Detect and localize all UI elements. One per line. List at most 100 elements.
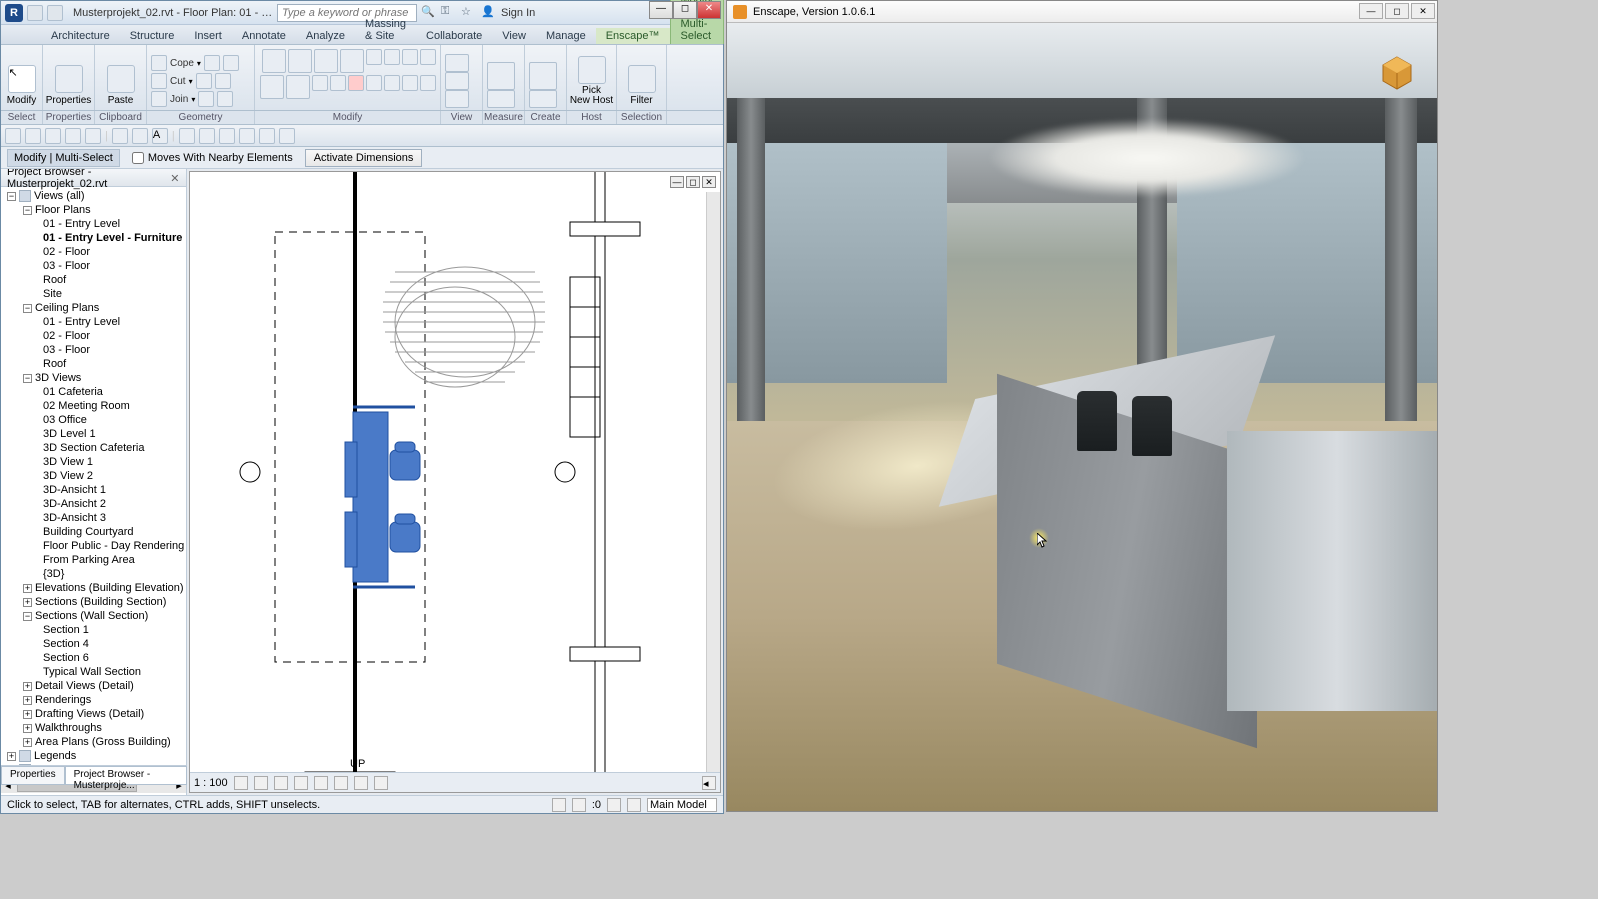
tab-annotate[interactable]: Annotate [232, 28, 296, 44]
qat-align-icon[interactable] [132, 128, 148, 144]
editable-icon[interactable] [627, 798, 641, 812]
view-icon-b[interactable] [445, 72, 469, 90]
node-ceiling-plans[interactable]: −Ceiling Plans [3, 301, 184, 315]
crop-icon[interactable] [314, 776, 328, 790]
node-3d-3[interactable]: 3D Level 1 [3, 427, 184, 441]
view-close-icon[interactable]: ✕ [702, 176, 716, 188]
close-button[interactable]: ✕ [697, 1, 721, 19]
enscape-cube-icon[interactable] [1377, 53, 1417, 93]
canvas-vscroll[interactable] [706, 192, 720, 772]
tool-d-icon[interactable] [420, 75, 436, 91]
view-icon-c[interactable] [445, 90, 469, 108]
tab-analyze[interactable]: Analyze [296, 28, 355, 44]
dimension-icon[interactable] [487, 90, 515, 108]
qat-undo-icon[interactable] [65, 128, 81, 144]
node-3d-10[interactable]: Building Courtyard [3, 525, 184, 539]
node-fp-0[interactable]: 01 - Entry Level [3, 217, 184, 231]
properties-button[interactable]: Properties [47, 63, 90, 108]
scale-label[interactable]: 1 : 100 [194, 777, 228, 789]
tab-structure[interactable]: Structure [120, 28, 185, 44]
filter-status-icon[interactable] [607, 798, 621, 812]
sun-path-icon[interactable] [274, 776, 288, 790]
geom-icon-b[interactable] [223, 55, 239, 71]
view-icon-a[interactable] [445, 54, 469, 72]
node-sections-b[interactable]: +Sections (Building Section) [3, 595, 184, 609]
qat-sync-icon[interactable] [279, 128, 295, 144]
unpin-icon[interactable] [330, 75, 346, 91]
node-legends[interactable]: +Legends [3, 749, 184, 763]
revit-logo-icon[interactable]: R [5, 4, 23, 22]
minimize-button[interactable]: — [649, 1, 673, 19]
node-fp-1[interactable]: 01 - Entry Level - Furniture [3, 231, 184, 245]
node-renderings[interactable]: +Renderings [3, 693, 184, 707]
tab-collaborate[interactable]: Collaborate [416, 28, 492, 44]
drawing-canvas[interactable]: — ◻ ✕ [189, 171, 721, 793]
node-drafting[interactable]: +Drafting Views (Detail) [3, 707, 184, 721]
node-fp-2[interactable]: 02 - Floor [3, 245, 184, 259]
qat-text-icon[interactable]: A [152, 128, 168, 144]
search-icon[interactable]: 🔍 [421, 5, 437, 21]
enscape-close-button[interactable]: ✕ [1411, 3, 1435, 19]
node-sw-2[interactable]: Section 6 [3, 651, 184, 665]
pick-new-host-button[interactable]: Pick New Host [571, 54, 612, 108]
main-model-select[interactable] [647, 798, 717, 812]
node-views-all[interactable]: −Views (all) [3, 189, 184, 203]
scroll-left-icon[interactable]: ◂ [702, 776, 716, 790]
modify-button[interactable]: ↖Modify [5, 63, 38, 108]
node-walk[interactable]: +Walkthroughs [3, 721, 184, 735]
qat-save-icon[interactable] [45, 128, 61, 144]
node-3d-12[interactable]: From Parking Area [3, 553, 184, 567]
qat-redo-icon[interactable] [85, 128, 101, 144]
qat-close-icon[interactable] [239, 128, 255, 144]
array-icon[interactable] [402, 49, 418, 65]
maximize-button[interactable]: ◻ [673, 1, 697, 19]
tab-properties-panel[interactable]: Properties [1, 766, 65, 785]
node-3d-4[interactable]: 3D Section Cafeteria [3, 441, 184, 455]
user-icon[interactable]: 👤 [481, 5, 497, 21]
node-3d-9[interactable]: 3D-Ansicht 3 [3, 511, 184, 525]
node-3d-2[interactable]: 03 Office [3, 413, 184, 427]
moves-with-checkbox[interactable]: Moves With Nearby Elements [132, 152, 293, 164]
qat-new-icon[interactable] [5, 128, 21, 144]
create-icon-a[interactable] [529, 62, 557, 90]
rotate-icon[interactable] [314, 49, 338, 73]
tab-view[interactable]: View [492, 28, 536, 44]
node-3d-5[interactable]: 3D View 1 [3, 455, 184, 469]
node-cp-3[interactable]: Roof [3, 357, 184, 371]
tab-enscape[interactable]: Enscape™ [596, 28, 670, 44]
shadows-icon[interactable] [294, 776, 308, 790]
geom-icon-a[interactable] [204, 55, 220, 71]
qat-section-icon[interactable] [199, 128, 215, 144]
node-3d-1[interactable]: 02 Meeting Room [3, 399, 184, 413]
enscape-minimize-button[interactable]: — [1359, 3, 1383, 19]
tab-manage[interactable]: Manage [536, 28, 596, 44]
node-floor-plans[interactable]: −Floor Plans [3, 203, 184, 217]
enscape-maximize-button[interactable]: ◻ [1385, 3, 1409, 19]
signin-link[interactable]: Sign In [501, 7, 535, 19]
node-3d-11[interactable]: Floor Public - Day Rendering [3, 539, 184, 553]
tool-b-icon[interactable] [384, 75, 400, 91]
mirror-icon[interactable] [366, 49, 382, 65]
trim-icon[interactable] [340, 49, 364, 73]
cope-button[interactable]: Cope▾ [151, 54, 250, 72]
filter-button[interactable]: Filter [621, 63, 662, 108]
reveal-icon[interactable] [374, 776, 388, 790]
scale-icon[interactable] [420, 49, 436, 65]
node-3d-13[interactable]: {3D} [3, 567, 184, 581]
qat-open-icon[interactable] [25, 128, 41, 144]
key-icon[interactable]: ⚿ [441, 5, 457, 21]
qat-open-icon[interactable] [27, 5, 43, 21]
measure-icon[interactable] [487, 62, 515, 90]
tool-a-icon[interactable] [366, 75, 382, 91]
cut-button[interactable]: Cut▾ [151, 72, 250, 90]
pin-icon[interactable] [312, 75, 328, 91]
crop-region-icon[interactable] [334, 776, 348, 790]
copy-icon[interactable] [288, 49, 312, 73]
node-sw-3[interactable]: Typical Wall Section [3, 665, 184, 679]
join-button[interactable]: Join▾ [151, 90, 250, 108]
tool-c-icon[interactable] [402, 75, 418, 91]
tab-insert[interactable]: Insert [184, 28, 232, 44]
qat-thin-icon[interactable] [219, 128, 235, 144]
split-icon[interactable] [384, 49, 400, 65]
create-icon-b[interactable] [529, 90, 557, 108]
